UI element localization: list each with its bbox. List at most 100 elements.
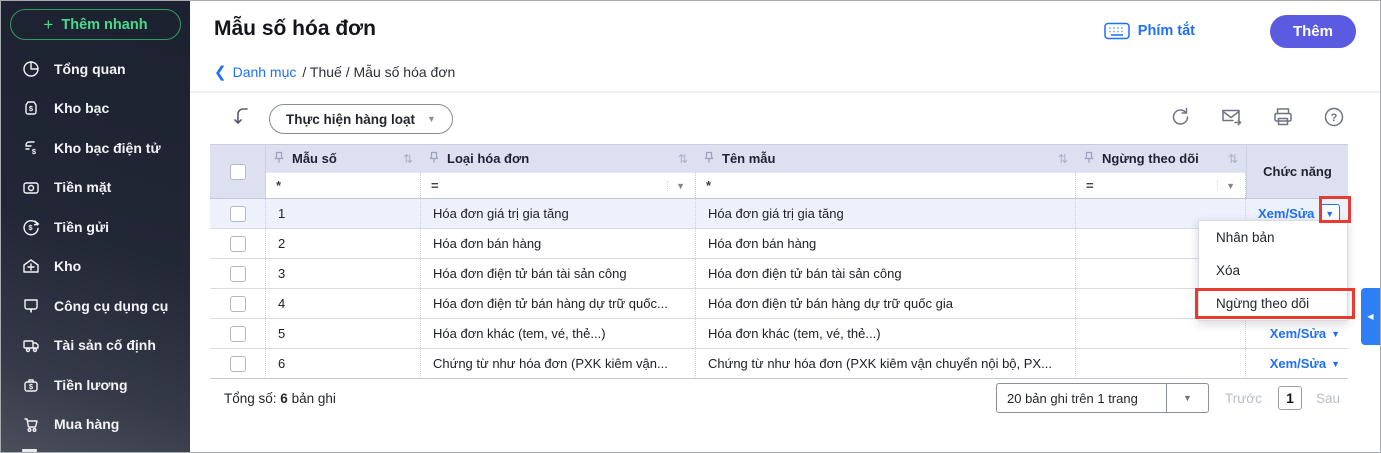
context-menu-duplicate[interactable]: Nhân bản <box>1199 221 1347 254</box>
row-checkbox[interactable] <box>229 235 246 252</box>
sidebar-item-tien-mat[interactable]: Tiền mặt <box>1 168 190 208</box>
help-icon[interactable]: ? <box>1322 105 1346 129</box>
page-size-dropdown[interactable]: 20 bản ghi trên 1 trang ▼ <box>996 383 1209 413</box>
triangle-left-icon: ◀ <box>1367 312 1374 321</box>
sidebar-item-label: Kho <box>54 258 82 275</box>
sidebar-item-mua-hang[interactable]: Mua hàng <box>1 405 190 445</box>
svg-text:$: $ <box>29 104 34 113</box>
cell-ten-mau: Hóa đơn điện tử bán tài sản công <box>696 259 1076 288</box>
filter-loai-hoa-don[interactable]: = ▼ <box>421 172 696 198</box>
shortcut-button[interactable]: Phím tắt <box>1104 22 1195 40</box>
filter-ten-mau[interactable]: * <box>696 172 1076 198</box>
refresh-icon[interactable] <box>1169 105 1193 129</box>
sort-arrows-icon[interactable]: ⇅ <box>403 152 413 166</box>
batch-action-dropdown[interactable]: Thực hiện hàng loạt ▼ <box>269 104 453 134</box>
view-edit-link[interactable]: Xem/Sửa <box>1258 206 1314 221</box>
sort-descending-icon[interactable] <box>231 105 255 129</box>
tools-icon <box>21 296 41 316</box>
sidebar-item-tien-luong[interactable]: $ Tiền lương <box>1 365 190 405</box>
chevron-down-icon[interactable]: ▼ <box>1217 180 1235 191</box>
app-window: + Thêm nhanh Tổng quan $ Kho bạc $ Kho b… <box>0 0 1381 453</box>
filter-ngung-theo-doi[interactable]: = ▼ <box>1076 172 1246 198</box>
sidebar-item-cong-cu-dung-cu[interactable]: Công cụ dụng cụ <box>1 286 190 326</box>
sidebar-item-label: Mua hàng <box>54 416 120 433</box>
table-row[interactable]: 3 Hóa đơn điện tử bán tài sản công Hóa đ… <box>210 259 1348 289</box>
table-row[interactable]: 2 Hóa đơn bán hàng Hóa đơn bán hàng <box>210 229 1348 259</box>
add-button[interactable]: Thêm <box>1270 15 1356 48</box>
select-all-checkbox[interactable] <box>229 163 246 180</box>
row-checkbox[interactable] <box>229 265 246 282</box>
pagination-current-page[interactable]: 1 <box>1278 386 1302 410</box>
quick-add-button[interactable]: + Thêm nhanh <box>10 9 181 40</box>
sidebar-item-label: Kho bạc <box>54 100 110 117</box>
sidebar-menu: Tổng quan $ Kho bạc $ Kho bạc điện tử Ti… <box>1 49 190 444</box>
pagination-prev[interactable]: Trước <box>1225 391 1262 406</box>
e-treasury-icon: $ <box>21 138 41 158</box>
view-edit-link[interactable]: Xem/Sửa <box>1270 326 1326 341</box>
sidebar-item-tien-gui[interactable]: $ Tiền gửi <box>1 207 190 247</box>
column-header-chuc-nang: Chức năng <box>1246 145 1348 198</box>
cell-mau-so: 3 <box>266 259 421 288</box>
column-header-ngung-theo-doi[interactable]: Ngừng theo dõi ⇅ <box>1076 145 1246 172</box>
row-checkbox[interactable] <box>229 295 246 312</box>
row-checkbox[interactable] <box>229 205 246 222</box>
column-header-mau-so[interactable]: Mẫu số ⇅ <box>266 145 421 172</box>
warehouse-icon <box>21 256 41 276</box>
sidebar-item-kho[interactable]: Kho <box>1 247 190 287</box>
page-size-label: 20 bản ghi trên 1 trang <box>1007 390 1138 406</box>
svg-text:$: $ <box>32 147 37 156</box>
table-row[interactable]: 4 Hóa đơn điện tử bán hàng dự trữ quốc..… <box>210 289 1348 319</box>
view-edit-link[interactable]: Xem/Sửa <box>1270 356 1326 371</box>
cell-loai-hoa-don: Hóa đơn điện tử bán tài sản công <box>421 259 696 288</box>
sidebar-item-tong-quan[interactable]: Tổng quan <box>1 49 190 89</box>
table-row[interactable]: 5 Hóa đơn khác (tem, vé, thẻ...) Hóa đơn… <box>210 319 1348 349</box>
shortcut-label: Phím tắt <box>1137 23 1195 39</box>
table-row[interactable]: 6 Chứng từ như hóa đơn (PXK kiêm vận... … <box>210 349 1348 379</box>
pie-chart-icon <box>21 59 41 79</box>
sort-arrows-icon[interactable]: ⇅ <box>1228 152 1238 166</box>
chevron-down-icon[interactable]: ▼ <box>667 180 685 191</box>
sort-arrows-icon[interactable]: ⇅ <box>1058 152 1068 166</box>
row-checkbox[interactable] <box>229 355 246 372</box>
printer-icon[interactable] <box>1271 105 1295 129</box>
chevron-down-icon[interactable]: ▼ <box>1331 359 1340 369</box>
context-menu-delete[interactable]: Xóa <box>1199 254 1347 287</box>
payroll-icon: $ <box>21 375 41 395</box>
header-divider <box>190 91 1380 93</box>
cell-ten-mau: Hóa đơn giá trị gia tăng <box>696 199 1076 228</box>
breadcrumb-back-link[interactable]: ❮ Danh mục <box>214 64 296 80</box>
collapse-panel-tab[interactable]: ◀ <box>1361 288 1380 345</box>
cell-loai-hoa-don: Hóa đơn khác (tem, vé, thẻ...) <box>421 319 696 348</box>
chevron-down-icon: ▼ <box>427 114 436 124</box>
sidebar-item-label: Công cụ dụng cụ <box>54 297 169 314</box>
quick-add-label: Thêm nhanh <box>61 16 148 33</box>
table-row[interactable]: 1 Hóa đơn giá trị gia tăng Hóa đơn giá t… <box>210 199 1348 229</box>
sidebar-item-kho-bac[interactable]: $ Kho bạc <box>1 89 190 129</box>
cell-chuc-nang: Xem/Sửa ▼ <box>1246 349 1348 378</box>
sidebar-item-kho-bac-dien-tu[interactable]: $ Kho bạc điện tử <box>1 128 190 168</box>
deposit-icon: $ <box>21 217 41 237</box>
batch-action-label: Thực hiện hàng loạt <box>286 111 416 127</box>
pagination-next[interactable]: Sau <box>1316 391 1340 406</box>
sidebar-item-partial <box>22 449 37 452</box>
chevron-down-icon[interactable]: ▼ <box>1331 329 1340 339</box>
sidebar: + Thêm nhanh Tổng quan $ Kho bạc $ Kho b… <box>1 1 190 452</box>
mail-send-icon[interactable] <box>1220 105 1244 129</box>
column-header-ten-mau[interactable]: Tên mẫu ⇅ <box>696 145 1076 172</box>
sort-arrows-icon[interactable]: ⇅ <box>678 152 688 166</box>
cell-loai-hoa-don: Hóa đơn bán hàng <box>421 229 696 258</box>
sidebar-item-label: Kho bạc điện tử <box>54 139 161 156</box>
column-header-loai-hoa-don[interactable]: Loại hóa đơn ⇅ <box>421 145 696 172</box>
cell-loai-hoa-don: Chứng từ như hóa đơn (PXK kiêm vận... <box>421 349 696 378</box>
filter-mau-so[interactable]: * <box>266 172 421 198</box>
cell-loai-hoa-don: Hóa đơn giá trị gia tăng <box>421 199 696 228</box>
keyboard-icon <box>1104 22 1130 40</box>
context-menu-stop-tracking[interactable]: Ngừng theo dõi <box>1199 287 1347 320</box>
cash-icon <box>21 177 41 197</box>
breadcrumb-trail: / Thuế / Mẫu số hóa đơn <box>302 64 456 80</box>
row-context-menu: Nhân bản Xóa Ngừng theo dõi <box>1198 220 1348 321</box>
sidebar-item-label: Tiền lương <box>54 376 128 393</box>
row-checkbox[interactable] <box>229 325 246 342</box>
svg-text:?: ? <box>1331 112 1338 124</box>
sidebar-item-tai-san-co-dinh[interactable]: Tài sản cố định <box>1 326 190 366</box>
